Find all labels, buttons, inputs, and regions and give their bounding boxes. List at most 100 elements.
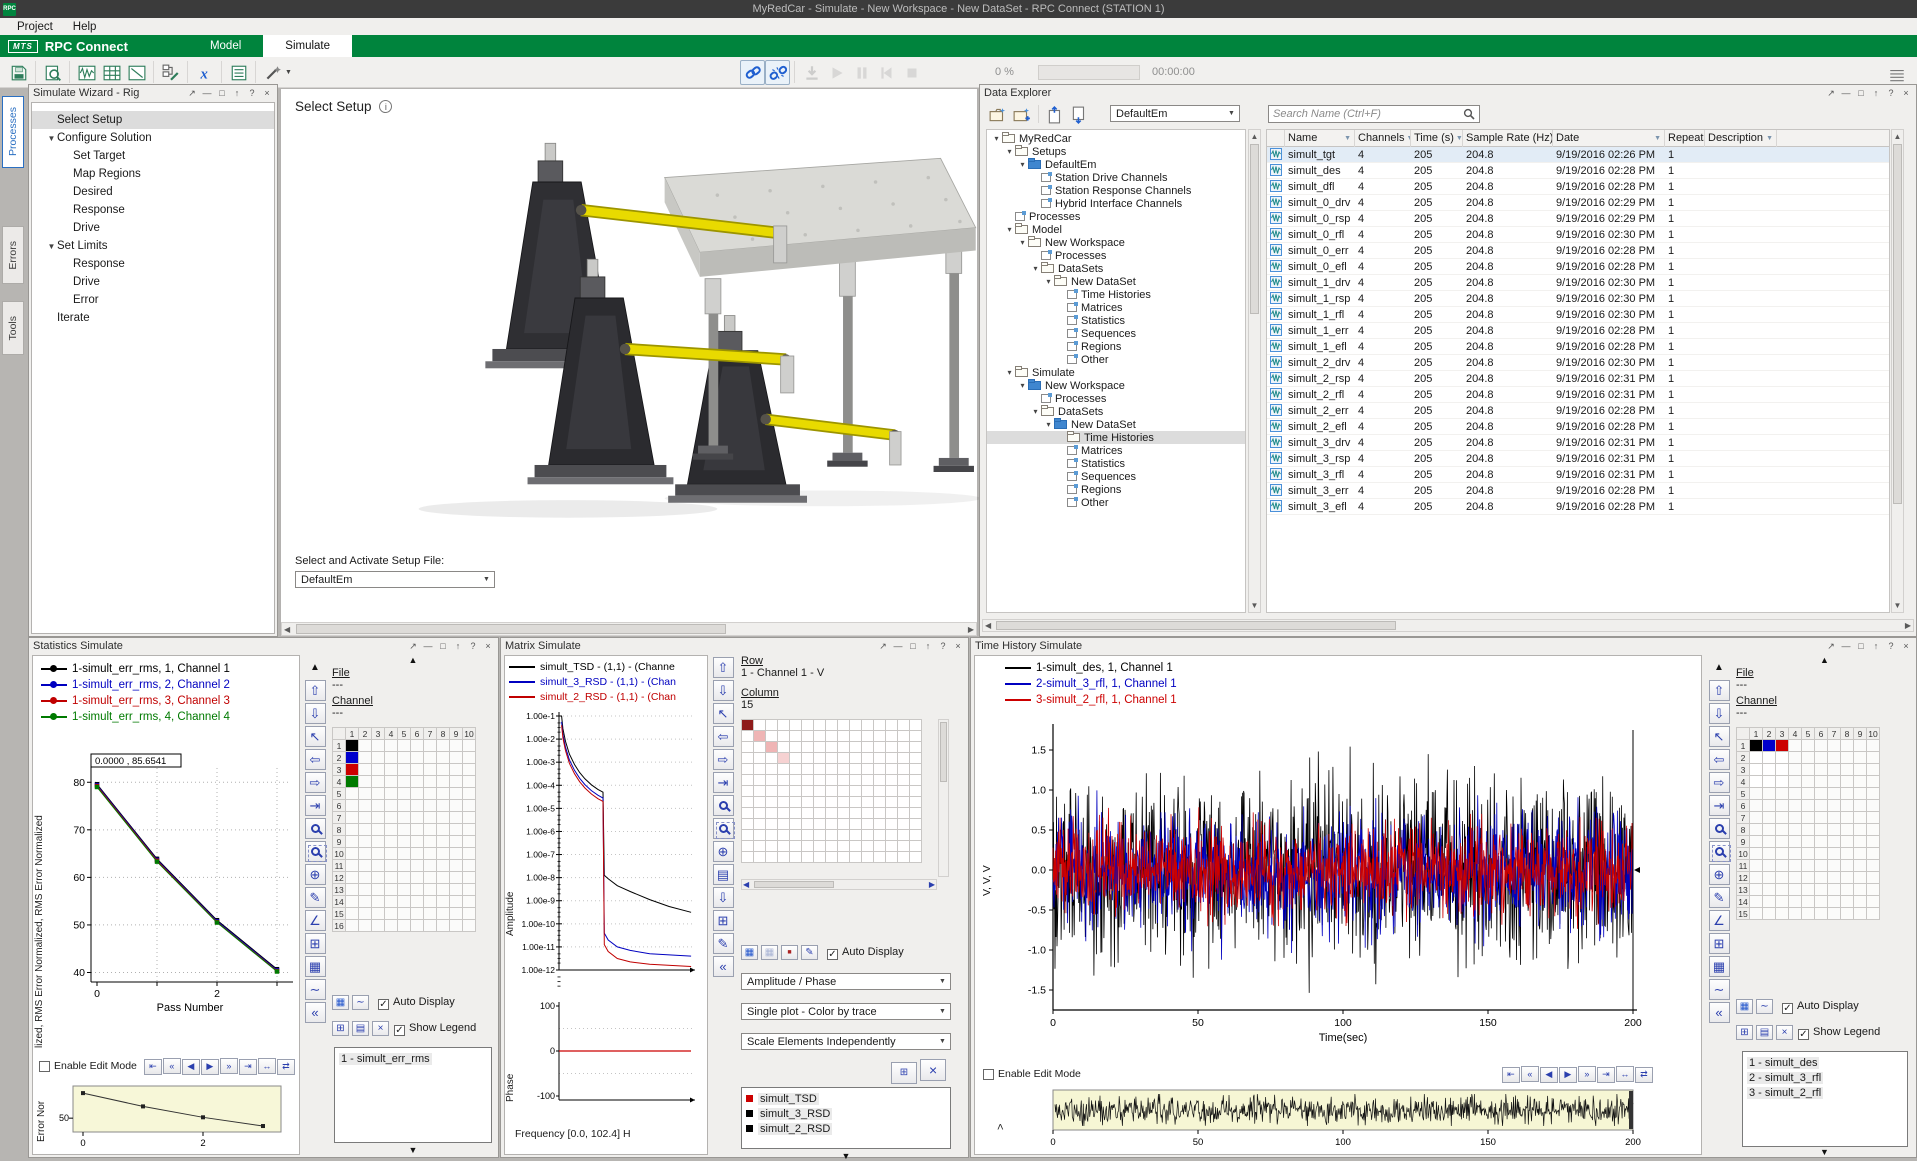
grid-cell[interactable] — [1854, 752, 1867, 764]
grid-cell[interactable] — [1854, 884, 1867, 896]
grid-cell[interactable] — [898, 841, 910, 852]
tree-item-regions[interactable]: Regions — [987, 340, 1245, 353]
grid-cell[interactable] — [742, 852, 754, 863]
grid-cell[interactable] — [886, 830, 898, 841]
grid-cell[interactable] — [898, 830, 910, 841]
grid-cell[interactable] — [398, 872, 411, 884]
grid-cell[interactable] — [910, 830, 922, 841]
grid-cell[interactable] — [790, 819, 802, 830]
grid-cell[interactable] — [1867, 776, 1880, 788]
tree-item-new-workspace[interactable]: ▾New Workspace — [987, 379, 1245, 392]
maximize-icon[interactable]: □ — [907, 641, 919, 652]
tree-item-hybrid-interface-channels[interactable]: Hybrid Interface Channels — [987, 197, 1245, 210]
grid-cell[interactable] — [1828, 836, 1841, 848]
grid-cell[interactable] — [1776, 800, 1789, 812]
grid-cell[interactable] — [886, 731, 898, 742]
help-icon[interactable]: ? — [1885, 641, 1897, 652]
scroll-down-icon[interactable]: ▼ — [1736, 1147, 1913, 1157]
auto-display-checkbox[interactable]: ✓ — [827, 949, 838, 960]
grid-cell[interactable] — [346, 920, 359, 932]
grid-cell[interactable] — [874, 797, 886, 808]
grid-cell[interactable] — [1854, 812, 1867, 824]
grid-cell[interactable] — [1750, 764, 1763, 776]
grid-cell[interactable] — [463, 908, 476, 920]
tree-item-matrices[interactable]: Matrices — [987, 301, 1245, 314]
minimize-icon[interactable]: — — [201, 88, 213, 99]
grid-cell[interactable] — [346, 800, 359, 812]
chart-display-icon[interactable]: ∼ — [352, 995, 369, 1010]
grid-cell[interactable] — [1802, 788, 1815, 800]
grid-cell[interactable] — [838, 830, 850, 841]
grid-cell[interactable] — [450, 920, 463, 932]
table-row[interactable]: simult_3_drv4205204.89/19/2016 02:31 PM1 — [1267, 435, 1889, 451]
collection-dropdown[interactable]: DefaultEm▼ — [1110, 105, 1240, 122]
grid-cell[interactable] — [1789, 860, 1802, 872]
grid-cell[interactable] — [450, 740, 463, 752]
grid-cell[interactable] — [424, 812, 437, 824]
curve-style-icon[interactable]: ∼ — [305, 979, 326, 1000]
grid-cell[interactable] — [463, 776, 476, 788]
grid-cell[interactable] — [1828, 788, 1841, 800]
grid-cell[interactable] — [790, 731, 802, 742]
grid-cell[interactable] — [398, 836, 411, 848]
grid-cell[interactable] — [1802, 740, 1815, 752]
grid-cell[interactable] — [838, 808, 850, 819]
wizard-step-desired[interactable]: Desired — [32, 183, 274, 201]
grid-cell[interactable] — [1776, 836, 1789, 848]
scroll-up-icon[interactable]: ▲ — [332, 655, 494, 665]
grid-cell[interactable] — [898, 819, 910, 830]
tree-item-matrices[interactable]: Matrices — [987, 444, 1245, 457]
grid-cell[interactable] — [826, 731, 838, 742]
grid-cell[interactable] — [754, 753, 766, 764]
plot-type-dropdown[interactable]: Amplitude / Phase▼ — [741, 973, 951, 990]
link-icon[interactable] — [740, 60, 765, 85]
grid-cell[interactable] — [1815, 776, 1828, 788]
grid-cell[interactable] — [346, 776, 359, 788]
pan-down-icon[interactable]: ⇩ — [713, 680, 734, 701]
grid-cell[interactable] — [886, 841, 898, 852]
grid-cell[interactable] — [1828, 860, 1841, 872]
grid-cell[interactable] — [862, 852, 874, 863]
grid-cell[interactable] — [862, 808, 874, 819]
grid-cell[interactable] — [424, 764, 437, 776]
grid-cell[interactable] — [1867, 740, 1880, 752]
spreadsheet-icon[interactable] — [99, 60, 124, 85]
autoscale-icon[interactable]: ⊕ — [713, 841, 734, 862]
grid-cell[interactable] — [886, 852, 898, 863]
grid-cell[interactable] — [372, 896, 385, 908]
grid-cell[interactable] — [1763, 812, 1776, 824]
grid-cell[interactable] — [838, 852, 850, 863]
grid-cell[interactable] — [385, 884, 398, 896]
amplitude-chart[interactable]: 1.00e-11.00e-21.00e-31.00e-41.00e-51.00e… — [511, 708, 707, 988]
grid-cell[interactable] — [359, 848, 372, 860]
grid-cell[interactable] — [463, 752, 476, 764]
grid-cell[interactable] — [1815, 752, 1828, 764]
grid-cell[interactable] — [838, 819, 850, 830]
grid-cell[interactable] — [814, 819, 826, 830]
grid-cell[interactable] — [359, 764, 372, 776]
table-row[interactable]: simult_dfl4205204.89/19/2016 02:28 PM1 — [1267, 179, 1889, 195]
grid-cell[interactable] — [754, 819, 766, 830]
grid-cell[interactable] — [1763, 848, 1776, 860]
grid-cell[interactable] — [874, 731, 886, 742]
grid-cell[interactable] — [898, 797, 910, 808]
grid-cell[interactable] — [862, 830, 874, 841]
grid-cell[interactable] — [437, 776, 450, 788]
grid-cell[interactable] — [385, 872, 398, 884]
grid-cell[interactable] — [1867, 884, 1880, 896]
scroll-up-icon[interactable]: ▲ — [1736, 655, 1913, 665]
minimize-icon[interactable]: — — [892, 641, 904, 652]
page-mode-icon[interactable]: ⇥ — [305, 795, 326, 816]
select-mode-icon[interactable]: ↖ — [1709, 726, 1730, 747]
grid-cell[interactable] — [1776, 884, 1789, 896]
help-icon[interactable]: ? — [246, 88, 258, 99]
grid-cell[interactable] — [1815, 860, 1828, 872]
grid-cell[interactable] — [1867, 812, 1880, 824]
grid-cell[interactable] — [1854, 896, 1867, 908]
grid-cell[interactable] — [1750, 908, 1763, 920]
maximize-icon[interactable]: □ — [437, 641, 449, 652]
grid-cell[interactable] — [898, 852, 910, 863]
grid-cell[interactable] — [359, 812, 372, 824]
grid-cell[interactable] — [1828, 896, 1841, 908]
grid-display-icon[interactable]: ▦ — [332, 995, 349, 1010]
